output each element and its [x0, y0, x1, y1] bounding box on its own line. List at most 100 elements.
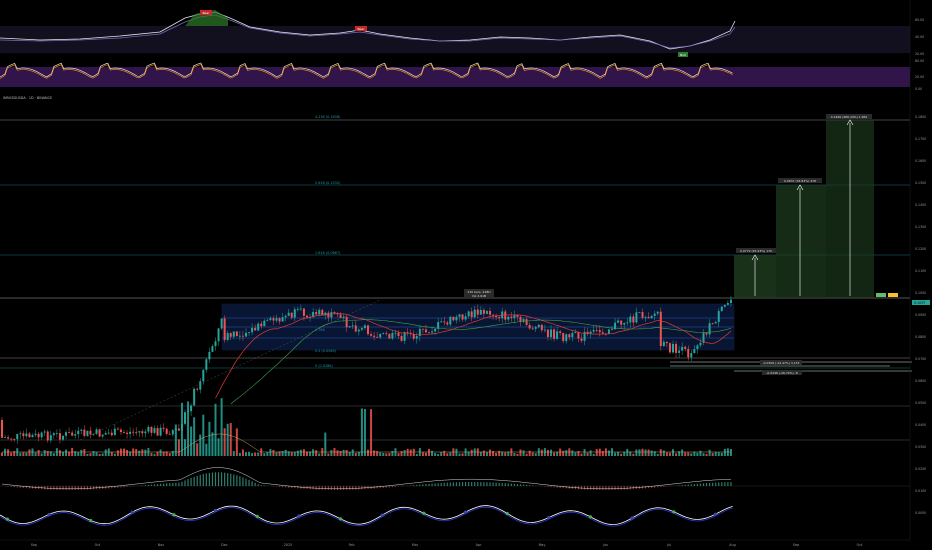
price-axis-label: 0.0800 — [915, 335, 926, 339]
candle-body — [449, 316, 452, 325]
macd-bar — [324, 486, 326, 490]
trading-chart[interactable]: Bear Bear Bull INRUSDUSDA · 1D · BINANCE… — [0, 0, 932, 550]
volume-bar — [263, 453, 266, 456]
candle-body — [681, 346, 684, 351]
volume-bar — [7, 449, 10, 456]
candle-body — [339, 314, 342, 318]
macd-bar — [147, 484, 149, 486]
macd-bar — [309, 486, 311, 490]
volume-bar — [232, 451, 235, 456]
candle-body — [135, 432, 138, 433]
volume-bar — [110, 451, 113, 456]
volume-bar — [153, 453, 156, 456]
macd-bar — [352, 486, 354, 490]
volume-bar — [4, 448, 7, 456]
macd-bar — [605, 486, 607, 490]
volume-bar — [367, 449, 369, 456]
volume-bar — [641, 448, 644, 456]
volume-bar — [199, 434, 202, 456]
macd-bar — [547, 486, 549, 487]
price-axis-label: 0.1100 — [915, 269, 926, 273]
volume-bar — [248, 451, 251, 456]
volume-bar — [104, 449, 107, 456]
volume-bar — [174, 424, 177, 456]
volume-bar — [559, 448, 562, 456]
candle-body — [138, 431, 141, 433]
volume-bar — [135, 449, 138, 456]
volume-bar — [357, 451, 360, 456]
macd-bar — [257, 484, 259, 486]
candle-body — [672, 343, 674, 353]
candle-body — [385, 333, 388, 335]
volume-bar — [190, 426, 193, 456]
time-axis-label: Sep — [31, 543, 37, 547]
macd-bar — [217, 472, 220, 486]
volume-bar — [312, 449, 315, 456]
wave-marker — [172, 513, 176, 517]
macd-bar — [602, 486, 604, 490]
candle-body — [537, 324, 540, 328]
candle-body — [65, 432, 68, 436]
macd-bar — [580, 486, 583, 490]
volume-bar — [10, 452, 13, 456]
volume-bar — [650, 450, 653, 456]
candle-body — [550, 329, 552, 338]
candle-body — [726, 303, 729, 305]
volume-bar — [330, 450, 333, 456]
macd-bar — [275, 486, 278, 487]
macd-bar — [126, 486, 128, 487]
volume-bar — [516, 453, 519, 456]
macd-bar — [489, 482, 491, 486]
candle-body — [421, 328, 424, 330]
time-axis: Sep Oct Nov Dec 2025 Feb Mar Apr May Jun Jul Aug Sep… — [0, 539, 910, 547]
candle-body — [595, 329, 598, 331]
macd-histogram — [4, 472, 732, 490]
time-axis-label: Mar — [412, 543, 419, 547]
candle-body — [132, 431, 135, 433]
macd-bar — [361, 486, 363, 490]
volume-bar — [614, 452, 617, 456]
macd-bar — [184, 480, 186, 486]
volume-bar — [565, 450, 568, 456]
volume-bar — [617, 451, 620, 456]
volume-bar — [705, 453, 708, 456]
candle-body — [553, 329, 556, 339]
volume-bar — [272, 449, 275, 456]
candle-body — [184, 412, 186, 424]
macd-bar — [230, 473, 232, 486]
candle-body — [232, 331, 235, 337]
volume-bar — [1, 452, 3, 456]
candle-body — [284, 315, 287, 318]
candle-body — [650, 315, 653, 319]
volume-bar — [162, 451, 165, 456]
macd-bar — [431, 483, 433, 486]
macd-bar — [44, 486, 46, 490]
macd-bar — [526, 484, 528, 486]
volume-bar — [123, 448, 125, 456]
macd-bar — [349, 486, 351, 490]
candle-body — [159, 427, 162, 436]
candle-body — [363, 325, 366, 329]
candle-body — [13, 439, 16, 440]
candle-body — [668, 343, 671, 353]
wave-marker — [422, 511, 426, 515]
candle-body — [470, 311, 473, 318]
macd-bar — [187, 479, 189, 486]
volume-bar — [296, 450, 299, 456]
volume-bar — [391, 450, 394, 456]
volume-bar — [449, 452, 452, 456]
candle-body — [565, 334, 568, 342]
macd-bar — [193, 476, 195, 486]
candle-body — [397, 332, 400, 336]
candle-body — [556, 331, 559, 339]
candle-body — [720, 306, 723, 312]
macd-bar — [62, 486, 64, 490]
candle-body — [107, 432, 110, 434]
volume-bar — [245, 452, 247, 456]
volume-bar — [144, 449, 147, 456]
candle-body — [327, 312, 330, 318]
candle-body — [168, 433, 171, 435]
candle-body — [113, 428, 116, 436]
macd-bar — [465, 482, 467, 486]
candle-body — [235, 331, 238, 337]
